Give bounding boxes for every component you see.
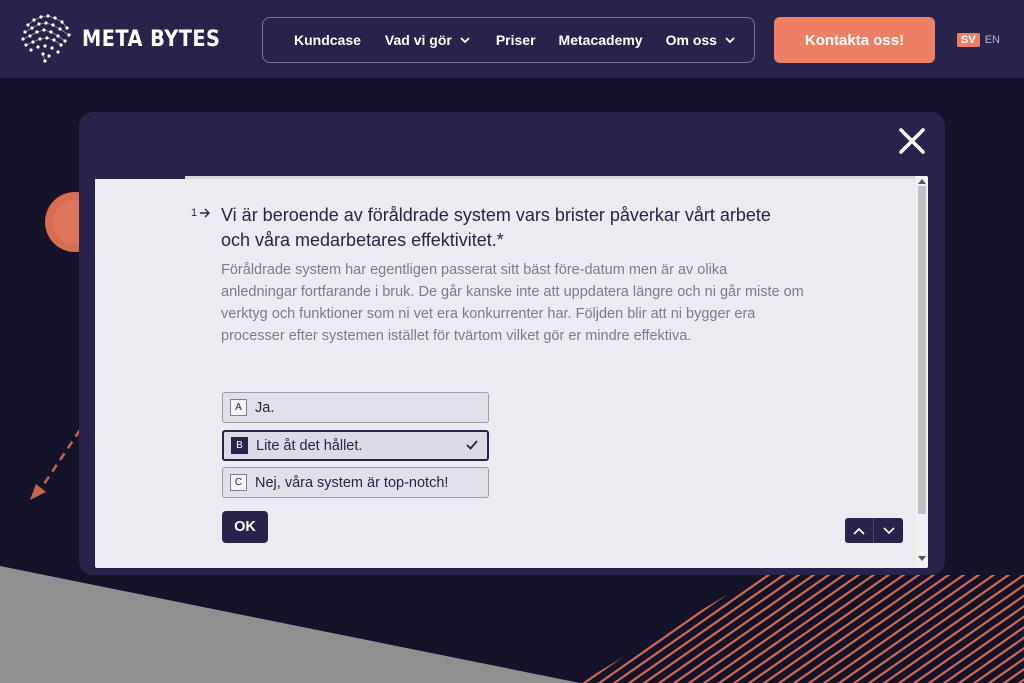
language-switcher: SV EN xyxy=(957,33,1000,47)
choice-label: Ja. xyxy=(255,399,275,416)
choice-key: A xyxy=(230,399,247,416)
chevron-down-icon xyxy=(882,526,895,534)
main-nav: Kundcase Vad vi gör Priser Metacademy Om… xyxy=(262,17,755,63)
nav-item-label: Vad vi gör xyxy=(384,32,452,48)
nav-item-label: Om oss xyxy=(665,32,717,48)
choice-label: Nej, våra system är top-notch! xyxy=(255,474,449,491)
nav-item-metacademy[interactable]: Metacademy xyxy=(559,32,643,48)
chevron-down-icon xyxy=(460,37,470,44)
scrollbar-thumb[interactable] xyxy=(918,186,926,514)
chevron-down-icon xyxy=(725,37,735,44)
question-panel: 1 Vi är beroende av föråldrade system va… xyxy=(95,176,928,568)
ok-button[interactable]: OK xyxy=(222,511,268,543)
scroll-up-icon[interactable] xyxy=(918,178,926,184)
nav-item-label: Kundcase xyxy=(294,32,361,48)
choice-key: C xyxy=(230,474,247,491)
question-number-value: 1 xyxy=(191,207,198,219)
question-number: 1 xyxy=(191,207,211,219)
nav-item-label: Priser xyxy=(495,32,536,48)
brain-dots-icon xyxy=(21,14,71,63)
nav-item-vad-vi-gor[interactable]: Vad vi gör xyxy=(385,32,472,48)
question-title: Vi är beroende av föråldrade system vars… xyxy=(221,205,771,250)
language-sv[interactable]: SV xyxy=(957,33,980,47)
nav-item-label: Metacademy xyxy=(558,32,643,48)
choice-a[interactable]: A Ja. xyxy=(222,392,489,423)
close-icon[interactable] xyxy=(897,126,927,156)
nav-item-kundcase[interactable]: Kundcase xyxy=(294,32,361,48)
question-description: Föråldrade system har egentligen passera… xyxy=(221,262,804,344)
choice-key: B xyxy=(231,437,248,454)
choice-b[interactable]: B Lite åt det hållet. xyxy=(222,430,489,461)
brand-name: META BYTES xyxy=(82,26,221,52)
next-question-button[interactable] xyxy=(874,518,903,543)
chevron-up-icon xyxy=(853,527,865,535)
nav-item-priser[interactable]: Priser xyxy=(496,32,536,48)
previous-question-button[interactable] xyxy=(845,518,874,543)
arrow-right-icon xyxy=(200,208,211,218)
question-navigation xyxy=(845,518,903,543)
progress-fill xyxy=(95,176,186,179)
choice-label: Lite åt det hållet. xyxy=(256,437,363,454)
brand-logo[interactable]: META BYTES xyxy=(18,10,220,68)
progress-bar xyxy=(95,176,915,179)
site-header: META BYTES Kundcase Vad vi gör Priser Me… xyxy=(0,0,1024,78)
nav-item-om-oss[interactable]: Om oss xyxy=(666,32,737,48)
checkmark-icon xyxy=(466,440,478,450)
language-en[interactable]: EN xyxy=(985,34,1000,46)
contact-button[interactable]: Kontakta oss! xyxy=(774,17,935,63)
scroll-down-icon[interactable] xyxy=(918,556,926,562)
scrollbar[interactable] xyxy=(916,176,928,568)
choice-c[interactable]: C Nej, våra system är top-notch! xyxy=(222,467,489,498)
